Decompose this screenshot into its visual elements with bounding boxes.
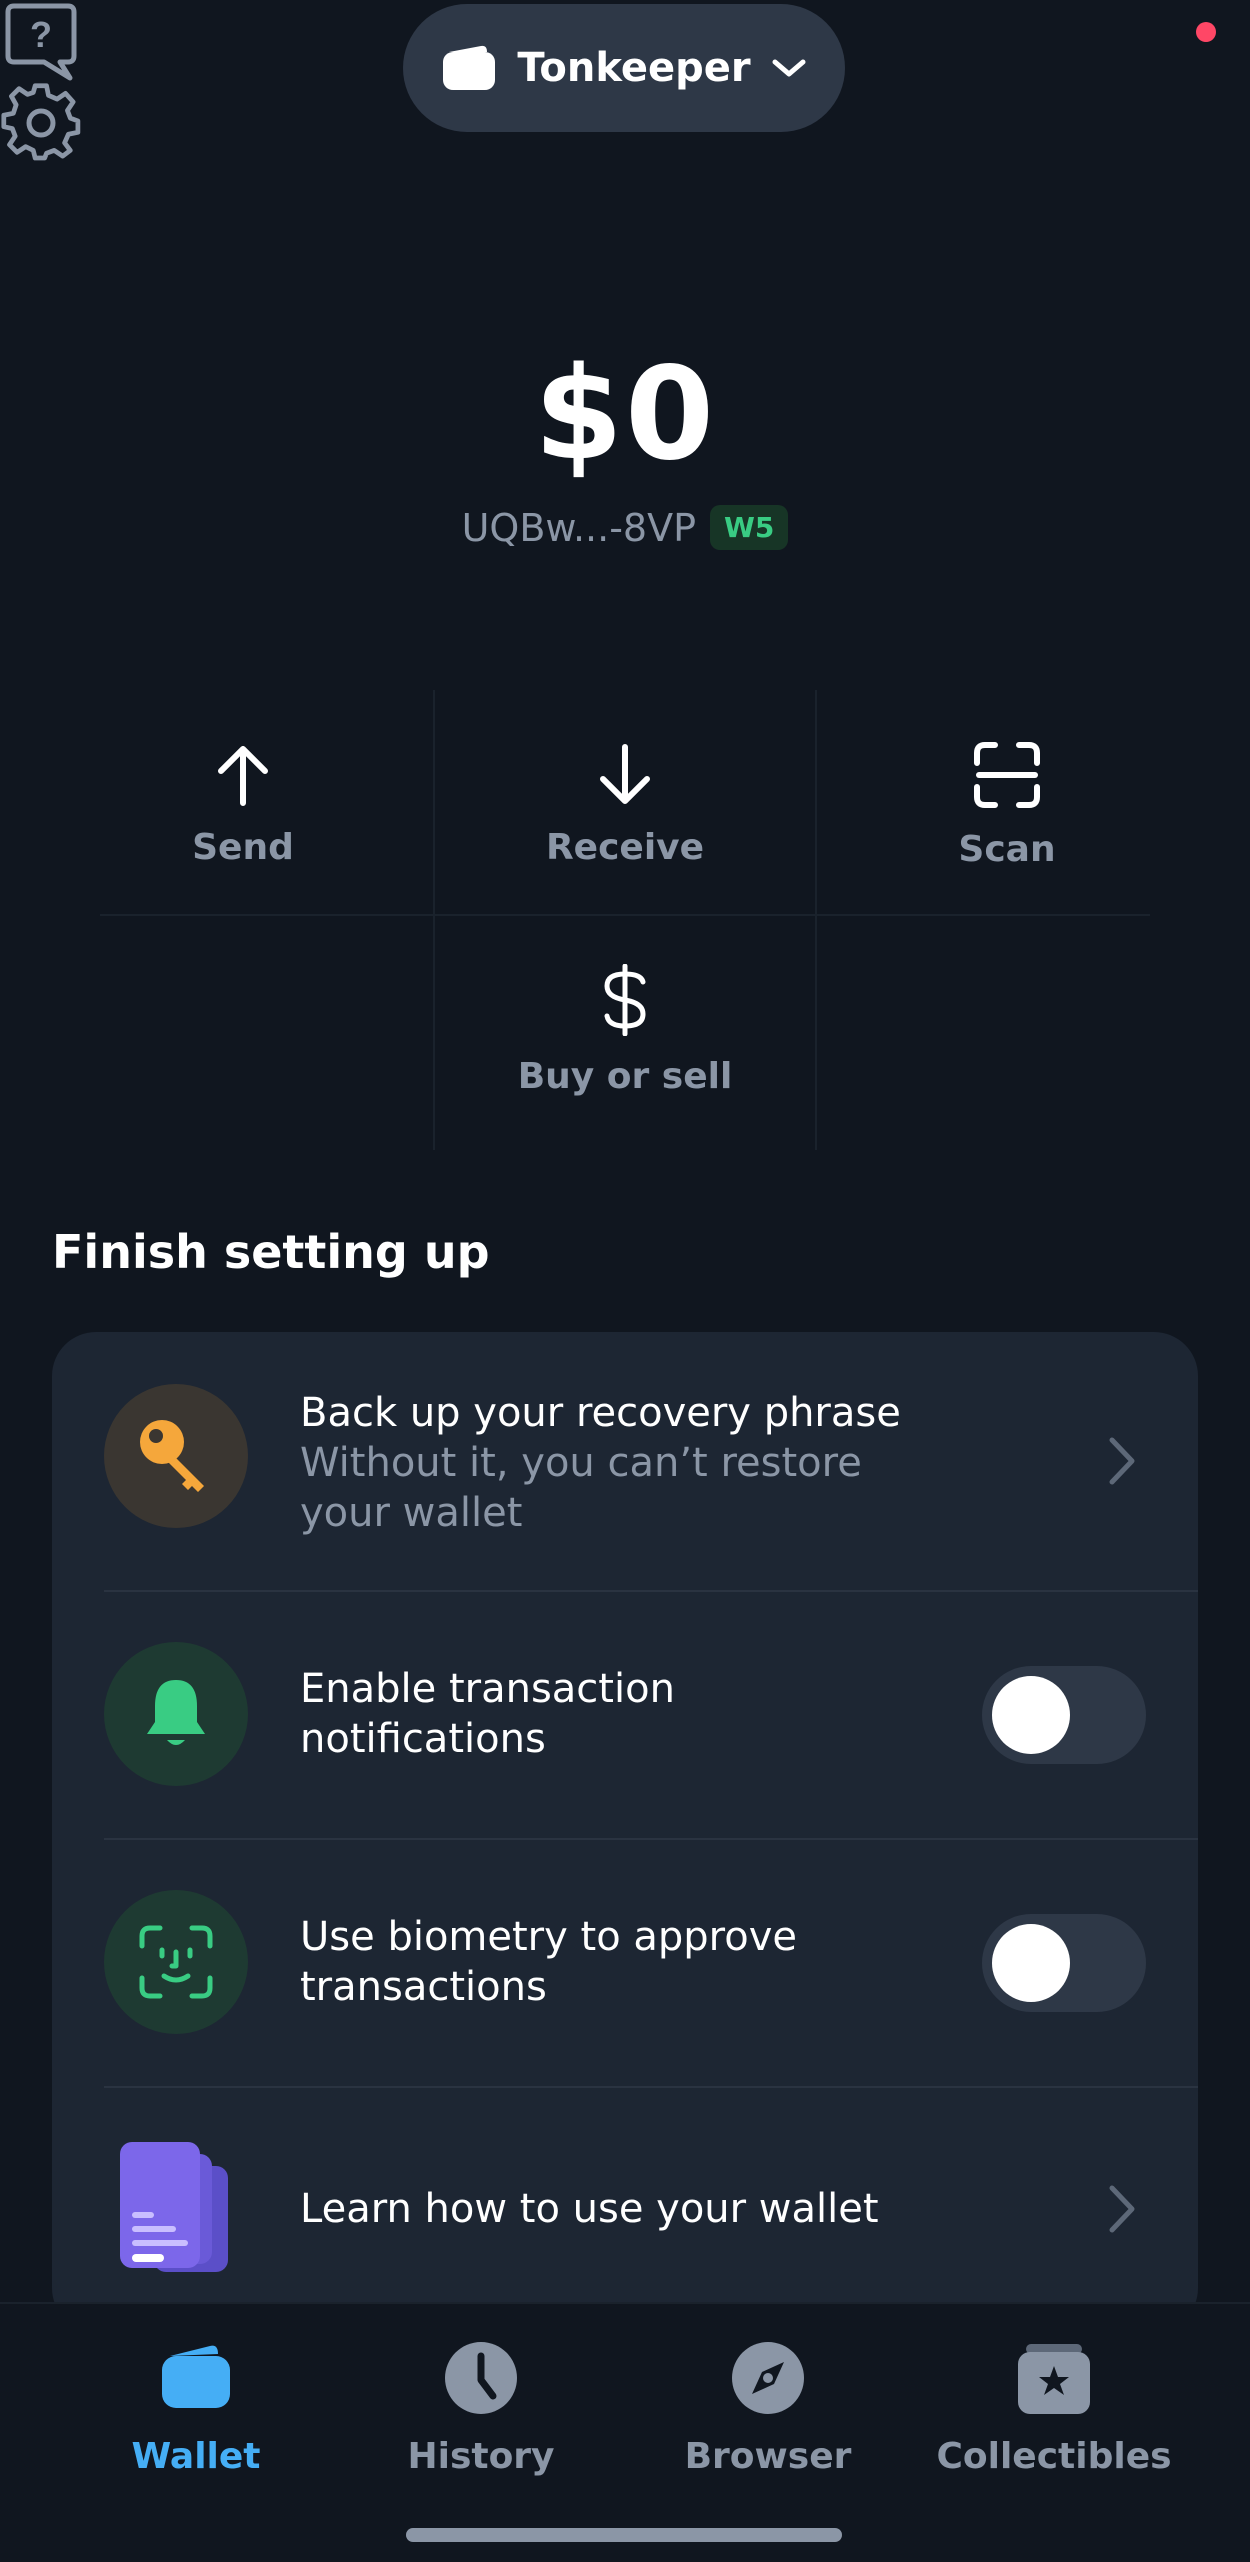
- tab-wallet-label: Wallet: [131, 2436, 261, 2477]
- arrow-down-icon: [600, 743, 650, 804]
- wallet-icon: [162, 2345, 230, 2408]
- send-label: Send: [192, 826, 294, 868]
- biometry-toggle[interactable]: [982, 1914, 1146, 2012]
- scan-label: Scan: [958, 828, 1056, 870]
- chevron-down-icon: [772, 59, 806, 77]
- buy-sell-button[interactable]: Buy or sell: [434, 915, 816, 1145]
- star-card-icon: [1018, 2344, 1090, 2414]
- chevron-right-icon: [1109, 2185, 1135, 2233]
- notifications-row: Enable transaction notifications: [52, 1592, 1198, 1838]
- tab-history[interactable]: History: [325, 2304, 637, 2524]
- receive-button[interactable]: Receive: [434, 690, 816, 920]
- learn-row[interactable]: Learn how to use your wallet: [52, 2088, 1198, 2332]
- biometry-title-line1: Use biometry to approve: [300, 1914, 797, 1960]
- question-bubble-icon: ?: [5, 3, 77, 81]
- wallet-switcher[interactable]: Tonkeeper: [403, 4, 845, 132]
- biometry-row: Use biometry to approve transactions: [52, 1840, 1198, 2086]
- toggle-knob: [992, 1676, 1070, 1754]
- backup-subtitle-line1: Without it, you can’t restore: [300, 1440, 862, 1486]
- gear-icon: [1, 83, 81, 161]
- compass-icon: [732, 2342, 804, 2414]
- biometry-title-line2: transactions: [300, 1964, 547, 2010]
- bell-icon-circle: [104, 1642, 248, 1786]
- chevron-right-icon: [1109, 1437, 1135, 1485]
- wallet-name: Tonkeeper: [517, 45, 751, 91]
- clock-icon: [445, 2342, 517, 2414]
- svg-text:?: ?: [30, 14, 52, 55]
- face-id-icon: [139, 1925, 213, 1999]
- backup-subtitle-line2: your wallet: [300, 1490, 523, 1536]
- dollar-icon: [604, 963, 646, 1036]
- document-stack-icon: [120, 2142, 228, 2272]
- balance-amount: $0: [533, 340, 717, 489]
- tab-collectibles-label: Collectibles: [936, 2436, 1172, 2477]
- settings-button[interactable]: [0, 82, 82, 164]
- bell-icon: [147, 1680, 205, 1745]
- notifications-title-line1: Enable transaction: [300, 1666, 675, 1712]
- tab-collectibles[interactable]: Collectibles: [898, 2304, 1210, 2524]
- arrow-up-icon: [218, 745, 268, 806]
- scan-button[interactable]: Scan: [816, 690, 1198, 920]
- tab-browser[interactable]: Browser: [612, 2304, 924, 2524]
- address-row[interactable]: UQBw...-8VP W5: [0, 505, 1250, 550]
- key-icon: [140, 1420, 204, 1492]
- key-icon-circle: [104, 1384, 248, 1528]
- tab-bar: Wallet History Browser Collectibles: [0, 2302, 1250, 2562]
- setup-section-title: Finish setting up: [52, 1225, 490, 1279]
- help-button[interactable]: ?: [0, 0, 82, 82]
- setup-card: Back up your recovery phrase Without it,…: [52, 1332, 1198, 2332]
- wallet-address[interactable]: UQBw...-8VP: [462, 506, 696, 550]
- backup-title: Back up your recovery phrase: [300, 1390, 901, 1436]
- toggle-knob: [992, 1924, 1070, 2002]
- home-indicator: [406, 2528, 842, 2542]
- scan-icon: [974, 741, 1040, 808]
- tab-wallet[interactable]: Wallet: [40, 2304, 352, 2524]
- notifications-toggle[interactable]: [982, 1666, 1146, 1764]
- send-button[interactable]: Send: [52, 690, 434, 920]
- notification-dot: [1196, 22, 1216, 42]
- wallet-version-badge: W5: [710, 505, 789, 550]
- face-id-icon-circle: [104, 1890, 248, 2034]
- wallet-icon: [443, 45, 496, 90]
- backup-row[interactable]: Back up your recovery phrase Without it,…: [52, 1332, 1198, 1590]
- tab-browser-label: Browser: [684, 2436, 852, 2477]
- notifications-title-line2: notifications: [300, 1716, 546, 1762]
- buy-sell-label: Buy or sell: [517, 1055, 733, 1097]
- receive-label: Receive: [545, 826, 705, 868]
- tab-history-label: History: [407, 2436, 555, 2477]
- learn-title: Learn how to use your wallet: [300, 2186, 879, 2232]
